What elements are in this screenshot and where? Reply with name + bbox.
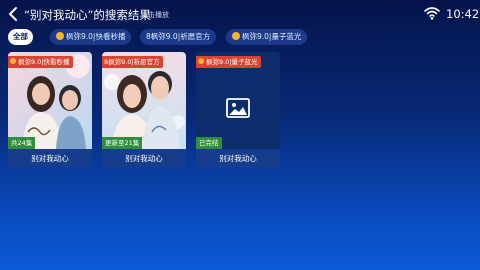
coin-icon <box>198 58 204 64</box>
image-placeholder-icon <box>226 98 250 118</box>
result-card[interactable]: 枫弥9.0|量子蓝光 已完结 别对我动心 <box>196 52 280 168</box>
source-badge: 枫弥9.0|量子蓝光 <box>196 56 261 68</box>
result-card[interactable]: 枫弥9.0|快看秒播 共24集 别对我动心 <box>8 52 92 168</box>
source-badge: 枫弥9.0|快看秒播 <box>8 56 73 68</box>
wifi-icon <box>424 7 440 20</box>
filter-chip-label: 全部 <box>13 32 28 41</box>
filter-chip-label: 枫弥9.0|快看秒播 <box>66 32 126 41</box>
result-title: 别对我动心 <box>8 149 92 168</box>
page-title: “别对我动心”的搜索结果 <box>24 8 151 22</box>
episode-badge: 更新至21集 <box>102 137 143 149</box>
status-clock: 10:42 <box>446 7 480 21</box>
result-card[interactable]: 8枫弥9.0|祈愿官方 更新至21集 别对我动心 <box>102 52 186 168</box>
filter-chip-kuaikan[interactable]: 枫弥9.0|快看秒播 <box>50 29 132 45</box>
result-title: 别对我动心 <box>102 149 186 168</box>
episode-badge: 已完结 <box>196 137 222 149</box>
filter-chip-qiyuan[interactable]: 8枫弥9.0|祈愿官方 <box>140 29 217 45</box>
episode-badge: 共24集 <box>8 137 36 149</box>
filter-chip-label: 8枫弥9.0|祈愿官方 <box>146 32 211 41</box>
top-bar: “别对我动心”的搜索结果 点击播放 10:42 <box>0 0 480 28</box>
filter-chip-label: 枫弥9.0|量子蓝光 <box>242 32 302 41</box>
filter-chip-all[interactable]: 全部 <box>8 29 33 45</box>
back-arrow-icon[interactable] <box>6 6 20 22</box>
filter-chip-liangzi[interactable]: 枫弥9.0|量子蓝光 <box>226 29 308 45</box>
coin-icon <box>232 32 240 40</box>
result-title: 别对我动心 <box>196 149 280 168</box>
coin-icon <box>56 32 64 40</box>
play-hint: 点击播放 <box>141 11 169 19</box>
source-badge: 8枫弥9.0|祈愿官方 <box>102 56 163 68</box>
coin-icon <box>10 58 16 64</box>
